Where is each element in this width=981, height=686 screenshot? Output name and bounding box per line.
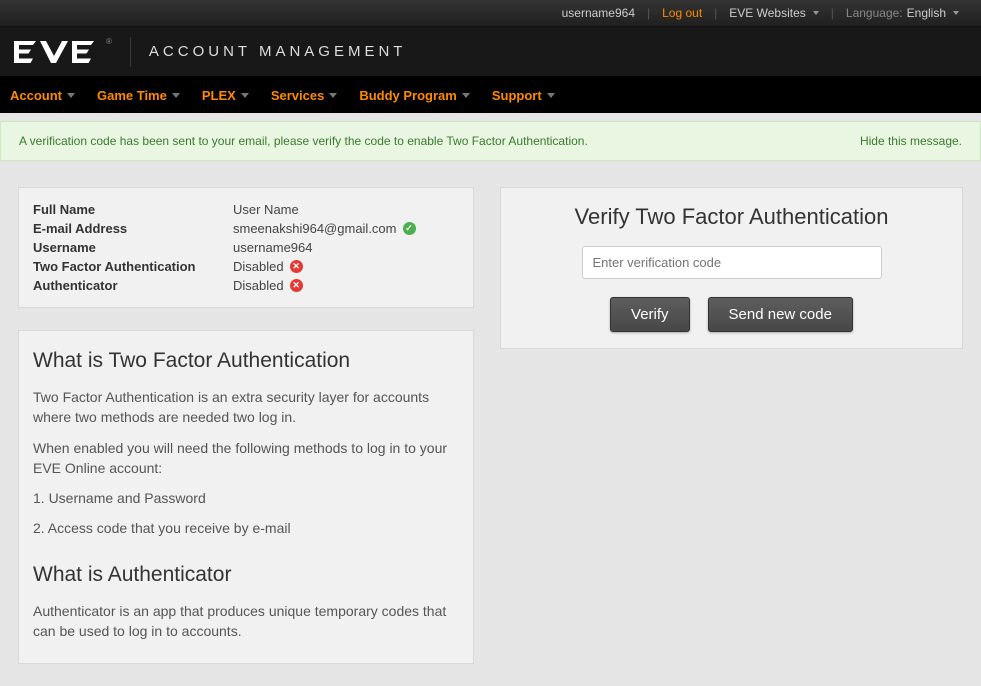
nav-buddy-program[interactable]: Buddy Program <box>359 88 470 103</box>
authenticator-paragraph: Authenticator is an app that produces un… <box>33 601 459 642</box>
separator: | <box>712 6 719 20</box>
send-new-code-button[interactable]: Send new code <box>708 297 853 332</box>
tfa-heading: What is Two Factor Authentication <box>33 349 459 373</box>
info-row-email: E-mail Address smeenakshi964@gmail.com✓ <box>33 219 459 238</box>
tfa-paragraph-1: Two Factor Authentication is an extra se… <box>33 387 459 428</box>
chevron-down-icon <box>67 93 75 98</box>
nav-support[interactable]: Support <box>492 88 555 103</box>
info-row-tfa: Two Factor Authentication Disabled✕ <box>33 257 459 276</box>
verification-code-input[interactable] <box>582 246 882 279</box>
topbar: username964 | Log out | EVE Websites | L… <box>0 0 981 27</box>
header: ® ACCOUNT MANAGEMENT <box>0 27 981 77</box>
alert-message: A verification code has been sent to you… <box>19 134 588 148</box>
separator: | <box>645 6 652 20</box>
chevron-down-icon <box>547 93 555 98</box>
chevron-down-icon <box>329 93 337 98</box>
eve-logo[interactable]: ® <box>14 41 112 63</box>
topbar-username[interactable]: username964 <box>552 6 645 20</box>
nav-game-time[interactable]: Game Time <box>97 88 180 103</box>
chevron-down-icon <box>953 11 959 15</box>
chevron-down-icon <box>813 11 819 15</box>
verify-button[interactable]: Verify <box>610 297 690 332</box>
chevron-down-icon <box>241 93 249 98</box>
main-nav: Account Game Time PLEX Services Buddy Pr… <box>0 77 981 113</box>
check-icon: ✓ <box>403 222 416 235</box>
verify-panel: Verify Two Factor Authentication Verify … <box>500 187 963 349</box>
tfa-paragraph-2: When enabled you will need the following… <box>33 438 459 479</box>
nav-account[interactable]: Account <box>10 88 75 103</box>
separator: | <box>829 6 836 20</box>
info-row-fullname: Full Name User Name <box>33 200 459 219</box>
info-row-username: Username username964 <box>33 238 459 257</box>
account-info-panel: Full Name User Name E-mail Address smeen… <box>18 187 474 308</box>
nav-services[interactable]: Services <box>271 88 338 103</box>
eve-websites-menu[interactable]: EVE Websites <box>719 6 828 20</box>
authenticator-heading: What is Authenticator <box>33 563 459 587</box>
verify-heading: Verify Two Factor Authentication <box>517 204 946 230</box>
registered-icon: ® <box>106 37 112 46</box>
tfa-method-1: 1. Username and Password <box>33 488 459 508</box>
page-title: ACCOUNT MANAGEMENT <box>149 43 407 60</box>
divider <box>130 37 131 67</box>
explanation-panel: What is Two Factor Authentication Two Fa… <box>18 330 474 664</box>
nav-plex[interactable]: PLEX <box>202 88 249 103</box>
language-menu[interactable]: Language: English <box>836 6 969 20</box>
tfa-method-2: 2. Access code that you receive by e-mai… <box>33 518 459 538</box>
chevron-down-icon <box>172 93 180 98</box>
hide-message-link[interactable]: Hide this message. <box>860 134 962 148</box>
cross-icon: ✕ <box>290 279 303 292</box>
chevron-down-icon <box>462 93 470 98</box>
logout-link[interactable]: Log out <box>652 6 712 20</box>
alert-success: A verification code has been sent to you… <box>0 121 981 161</box>
cross-icon: ✕ <box>290 260 303 273</box>
info-row-authenticator: Authenticator Disabled✕ <box>33 276 459 295</box>
